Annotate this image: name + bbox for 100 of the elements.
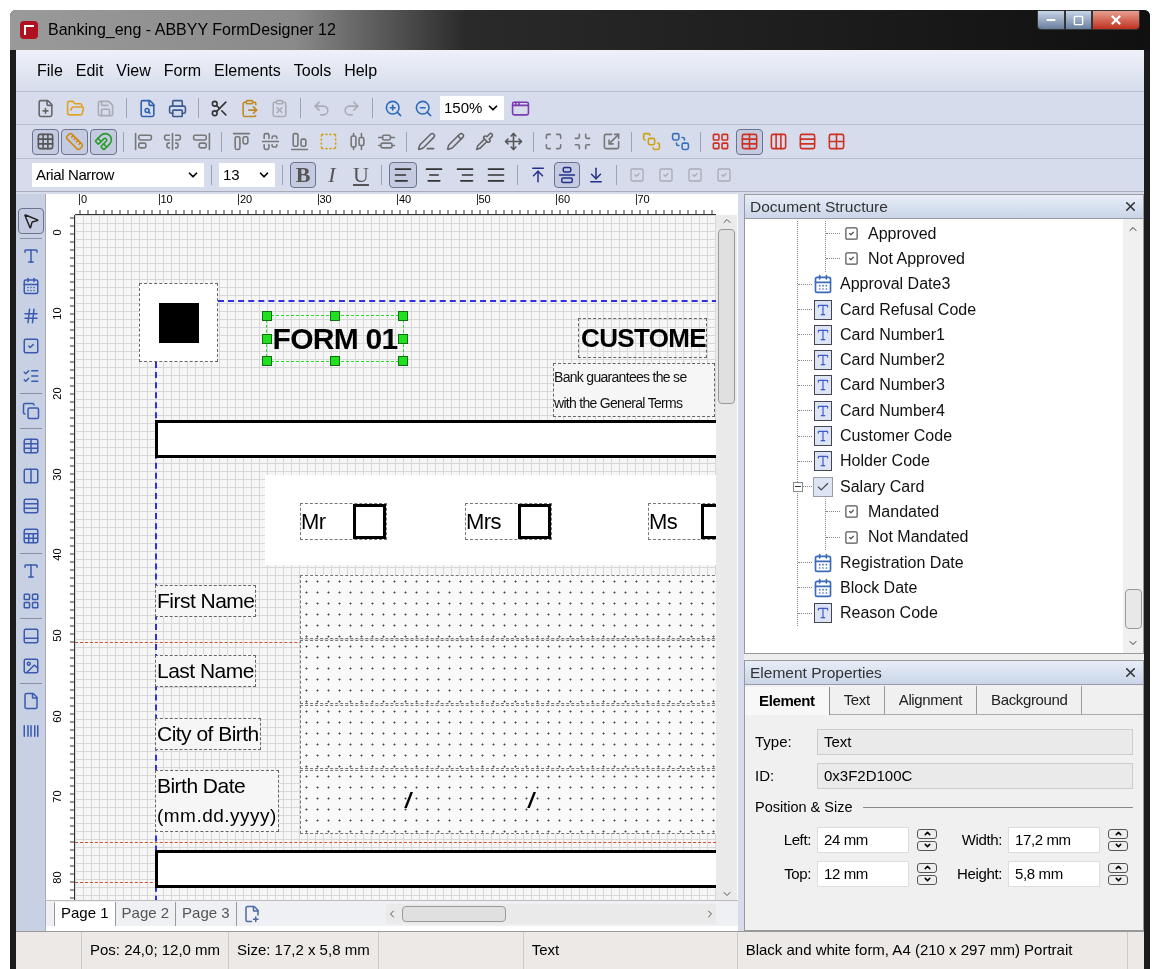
- collapse-toggle[interactable]: [793, 481, 803, 492]
- close-icon[interactable]: [1123, 665, 1138, 680]
- tree-item[interactable]: Not Mandated: [868, 525, 969, 550]
- minimize-button[interactable]: [1037, 10, 1065, 30]
- shrink-icon: [573, 132, 592, 151]
- maximize-button[interactable]: [1065, 10, 1092, 30]
- grid-icon: [711, 132, 730, 151]
- calendar-icon: [813, 577, 833, 598]
- page-tab[interactable]: Page 1: [54, 901, 116, 926]
- vertical-scrollbar[interactable]: [1123, 219, 1143, 653]
- tree-item[interactable]: Salary Card: [840, 474, 925, 499]
- text-field-icon: [814, 350, 832, 371]
- input-field[interactable]: 17,2 mm: [1008, 826, 1100, 853]
- tree-item[interactable]: Card Number2: [840, 348, 945, 373]
- calendar-icon: [813, 552, 833, 573]
- panel-title: Element Properties: [750, 662, 882, 683]
- tool-button[interactable]: [17, 208, 44, 234]
- folder-icon: [66, 98, 85, 118]
- add-page-icon[interactable]: [242, 904, 261, 923]
- scroll-thumb[interactable]: [402, 905, 506, 922]
- menu-item[interactable]: Edit: [72, 58, 107, 83]
- checkbox[interactable]: [353, 504, 386, 539]
- scroll-thumb[interactable]: [1124, 589, 1142, 629]
- property-label: Width:: [960, 829, 1003, 850]
- pen-icon: [417, 132, 436, 151]
- ruler-icon: [65, 132, 84, 151]
- tab[interactable]: Element: [745, 687, 830, 715]
- text-field-icon: [814, 603, 832, 624]
- close-button[interactable]: [1092, 10, 1140, 30]
- spin-buttons[interactable]: [917, 862, 937, 885]
- style-button[interactable]: B: [290, 162, 316, 188]
- clipboard-icon: [270, 98, 289, 118]
- salutation-label: Mr: [301, 508, 327, 536]
- tree-item[interactable]: Registration Date: [840, 550, 964, 575]
- tab[interactable]: Text: [829, 686, 885, 714]
- property-label: Type:: [755, 731, 793, 752]
- zoom-dropdown[interactable]: 150%: [440, 96, 504, 120]
- dashed-square-icon: [319, 132, 338, 151]
- date-separator: /: [405, 790, 412, 812]
- resize-handle[interactable]: [262, 311, 272, 321]
- input-field[interactable]: 12 mm: [817, 860, 909, 887]
- status-text: Size: 17,2 x 5,8 mm: [229, 932, 379, 969]
- resize-handle[interactable]: [330, 311, 340, 321]
- align-bottom-icon: [587, 166, 605, 184]
- tree-item[interactable]: Card Number3: [840, 373, 945, 398]
- text-field-icon: [814, 299, 832, 320]
- tree-item[interactable]: Block Date: [840, 575, 918, 600]
- ruler-label: 80: [51, 870, 63, 885]
- tab[interactable]: Alignment: [884, 686, 978, 714]
- tree-item[interactable]: Mandated: [868, 499, 940, 524]
- tree-item[interactable]: Approval Date3: [840, 272, 951, 297]
- style-button[interactable]: U: [348, 162, 374, 188]
- spin-buttons[interactable]: [917, 828, 937, 851]
- spin-buttons[interactable]: [1108, 828, 1128, 851]
- intro-text: Bank guarantees the se: [554, 368, 688, 387]
- page-tab[interactable]: Page 2: [115, 901, 177, 926]
- page-tab[interactable]: Page 3: [176, 901, 237, 926]
- menu-item[interactable]: Form: [160, 58, 205, 83]
- tree-item[interactable]: Card Number1: [840, 322, 945, 347]
- spin-buttons[interactable]: [1108, 862, 1128, 885]
- move-icon: [504, 132, 523, 151]
- resize-handle[interactable]: [330, 356, 340, 366]
- menu-item[interactable]: Help: [341, 58, 381, 83]
- horizontal-scrollbar[interactable]: [386, 903, 716, 924]
- font-dropdown[interactable]: Arial Narrow: [32, 163, 204, 187]
- checkbox[interactable]: [518, 504, 551, 539]
- table-icon: [740, 132, 759, 151]
- ruler-label: 70: [635, 194, 650, 205]
- tree-item[interactable]: Customer Code: [840, 424, 953, 448]
- toolbar-button[interactable]: [389, 162, 417, 188]
- resize-handle[interactable]: [398, 311, 408, 321]
- scroll-thumb[interactable]: [718, 229, 735, 404]
- resize-handle[interactable]: [262, 356, 272, 366]
- text-field-icon: [814, 451, 832, 472]
- font-size-dropdown[interactable]: 13: [219, 163, 275, 187]
- window-icon: [511, 98, 530, 118]
- tree-item[interactable]: Not Approved: [868, 246, 965, 271]
- distribute-icon: [377, 132, 396, 151]
- menu-item[interactable]: File: [34, 58, 66, 83]
- tree-item[interactable]: Card Refusal Code: [840, 297, 977, 322]
- tree-item[interactable]: Card Number4: [840, 398, 945, 423]
- toolbar-button[interactable]: [32, 128, 59, 155]
- calendar-icon: [21, 277, 40, 295]
- menu-item[interactable]: View: [113, 58, 154, 83]
- tree-item[interactable]: Approved: [868, 221, 937, 246]
- resize-handle[interactable]: [262, 333, 272, 344]
- tab[interactable]: Background: [977, 686, 1083, 714]
- vertical-scrollbar[interactable]: [716, 215, 737, 900]
- resize-handle[interactable]: [398, 333, 408, 344]
- input-field[interactable]: 5,8 mm: [1008, 860, 1100, 887]
- resize-handle[interactable]: [398, 356, 408, 366]
- menu-item[interactable]: Tools: [290, 58, 335, 83]
- style-button[interactable]: I: [319, 162, 345, 188]
- close-icon[interactable]: [1123, 199, 1138, 214]
- toolbar-button[interactable]: [554, 162, 580, 188]
- align-top-icon: [529, 166, 547, 184]
- tree-item[interactable]: Holder Code: [840, 449, 930, 474]
- input-field[interactable]: 24 mm: [817, 826, 909, 853]
- menu-item[interactable]: Elements: [211, 58, 284, 83]
- tree-item[interactable]: Reason Code: [840, 601, 938, 626]
